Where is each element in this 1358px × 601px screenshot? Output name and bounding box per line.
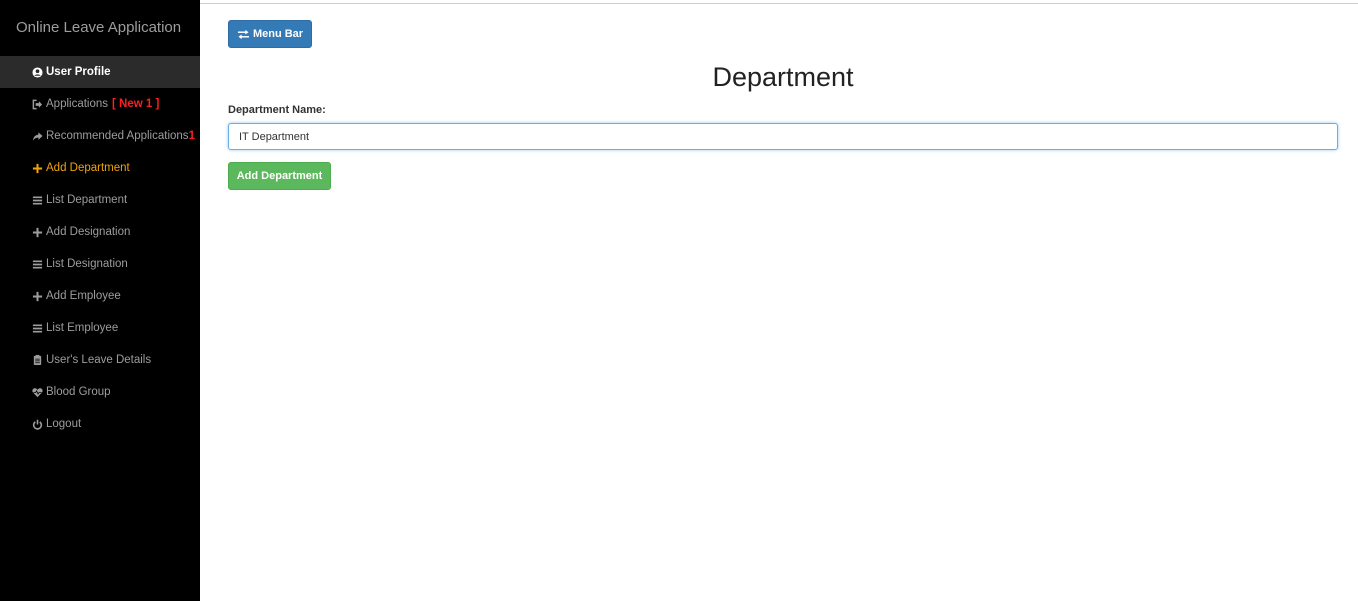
sidebar: Online Leave Application User Profile Ap… (0, 0, 200, 601)
sidebar-item-add-department[interactable]: Add Department (0, 152, 200, 184)
sidebar-nav: User Profile Applications [ New 1 ] Reco… (0, 56, 200, 440)
share-arrow-icon (32, 130, 43, 142)
sidebar-item-list-designation[interactable]: List Designation (0, 248, 200, 280)
list-icon (32, 258, 43, 270)
sidebar-item-label: User Profile (46, 66, 111, 78)
power-icon (32, 418, 43, 430)
sign-out-icon (32, 98, 43, 110)
sidebar-item-blood-group[interactable]: Blood Group (0, 376, 200, 408)
sidebar-item-recommended-applications[interactable]: Recommended Applications 1 (0, 120, 200, 152)
sidebar-item-label: Add Employee (46, 290, 121, 302)
plus-icon (32, 162, 43, 174)
sidebar-item-users-leave-details[interactable]: User's Leave Details (0, 344, 200, 376)
top-divider (200, 3, 1358, 4)
sidebar-item-user-profile[interactable]: User Profile (0, 56, 200, 88)
list-icon (32, 194, 43, 206)
sidebar-item-add-employee[interactable]: Add Employee (0, 280, 200, 312)
menu-bar-button[interactable]: Menu Bar (228, 20, 312, 48)
sidebar-item-label: Applications (46, 98, 109, 110)
menu-bar-label: Menu Bar (252, 28, 304, 40)
page-title: Department (712, 62, 854, 92)
department-name-input[interactable] (228, 123, 1338, 150)
sidebar-item-label: Recommended Applications (46, 130, 189, 142)
plus-icon (32, 226, 43, 238)
sidebar-item-logout[interactable]: Logout (0, 408, 200, 440)
app-title[interactable]: Online Leave Application (16, 19, 181, 36)
plus-icon (32, 290, 43, 302)
sidebar-item-list-department[interactable]: List Department (0, 184, 200, 216)
new-applications-badge: [ New 1 ] (112, 98, 160, 110)
user-circle-icon (32, 66, 43, 78)
sidebar-item-label: List Department (46, 194, 128, 206)
recommended-count-badge: 1 (188, 130, 195, 142)
sidebar-item-label: Logout (46, 418, 82, 430)
sidebar-item-label: List Employee (46, 322, 119, 334)
sidebar-item-applications[interactable]: Applications [ New 1 ] (0, 88, 200, 120)
department-name-label: Department Name: (228, 104, 326, 116)
sidebar-item-add-designation[interactable]: Add Designation (0, 216, 200, 248)
sidebar-item-label: Add Department (46, 162, 130, 174)
sidebar-item-list-employee[interactable]: List Employee (0, 312, 200, 344)
swap-arrows-icon (237, 28, 251, 40)
sidebar-item-label: Add Designation (46, 226, 131, 238)
heartbeat-icon (32, 386, 43, 398)
clipboard-icon (32, 354, 43, 366)
add-department-button[interactable]: Add Department (228, 162, 331, 190)
list-icon (32, 322, 43, 334)
sidebar-item-label: Blood Group (46, 386, 111, 398)
sidebar-item-label: User's Leave Details (46, 354, 152, 366)
sidebar-item-label: List Designation (46, 258, 128, 270)
